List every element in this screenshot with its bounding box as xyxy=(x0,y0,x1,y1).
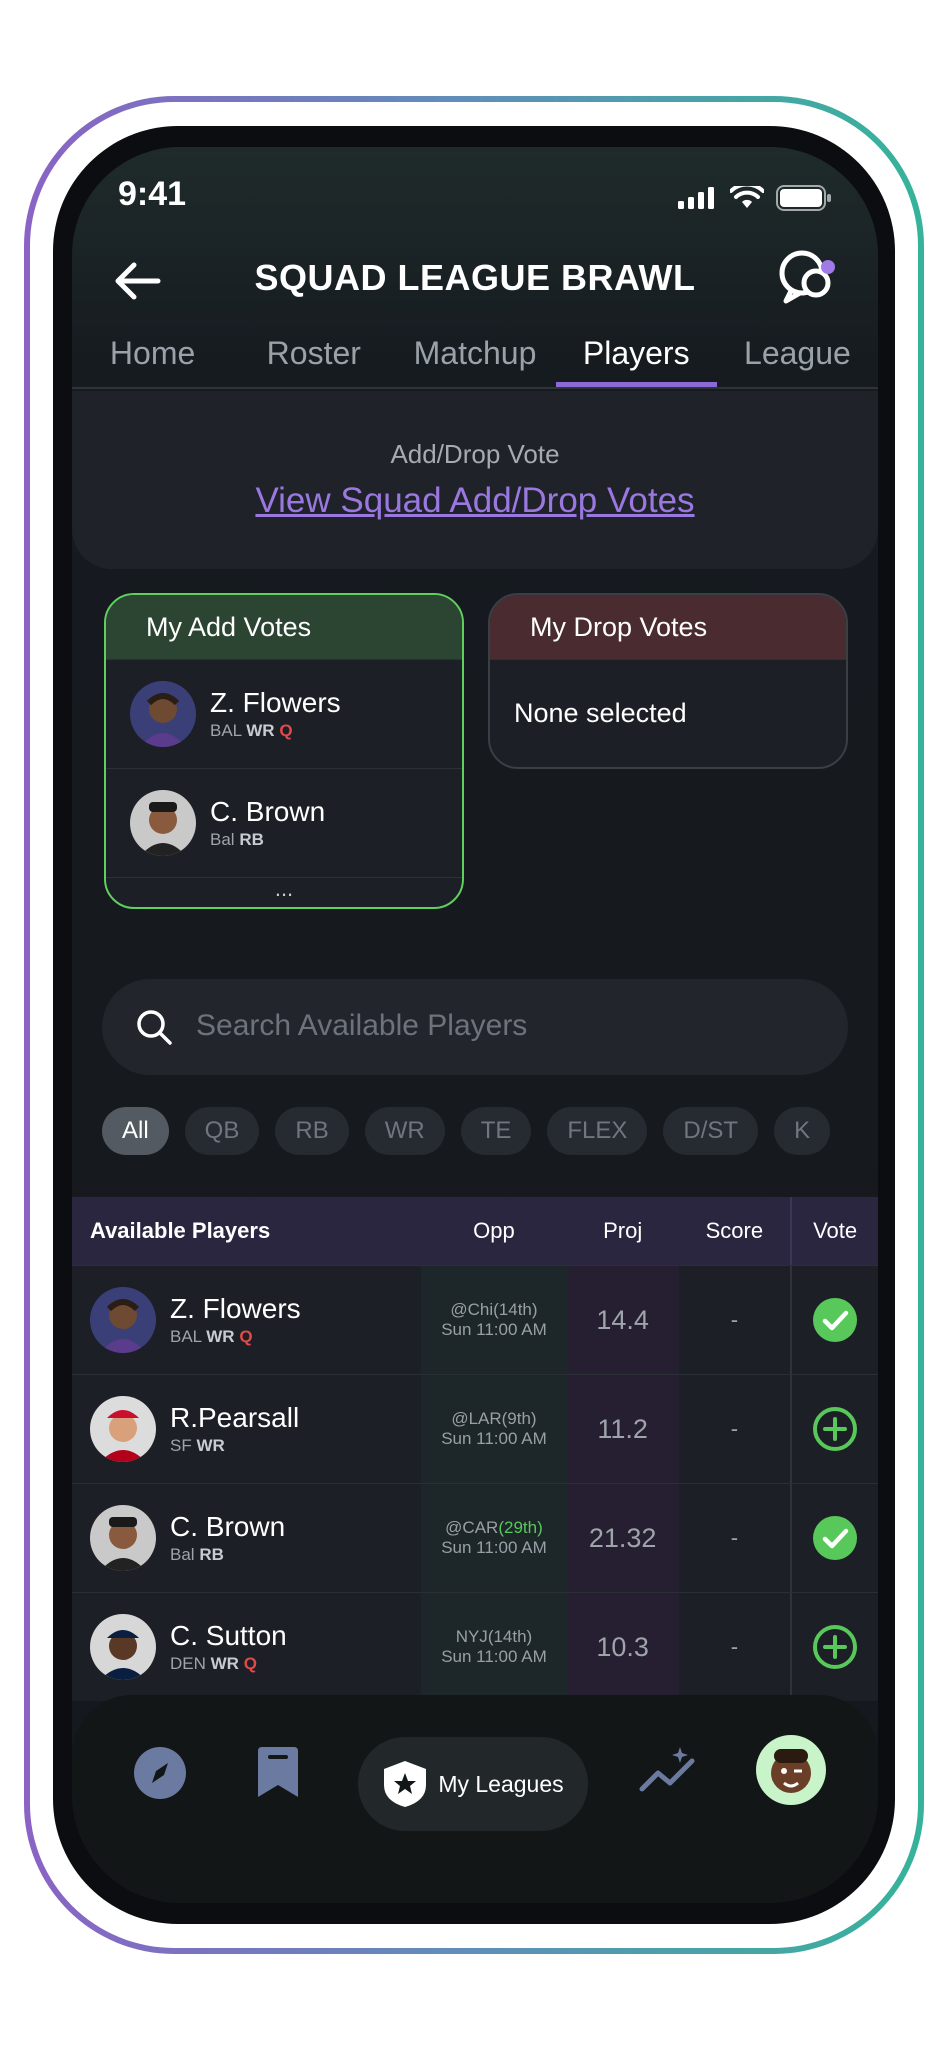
projection-cell: 14.4 xyxy=(566,1266,679,1374)
player-avatar xyxy=(90,1614,156,1680)
add-votes-title: My Add Votes xyxy=(106,595,462,659)
signal-icon xyxy=(678,187,714,209)
tab-matchup[interactable]: Matchup xyxy=(394,325,555,381)
header-player: Available Players xyxy=(90,1218,271,1243)
player-name[interactable]: R.Pearsall xyxy=(170,1402,299,1434)
opponent-cell: NYJ(14th) Sun 11:00 AM xyxy=(421,1593,567,1701)
status-time: 9:41 xyxy=(118,175,187,213)
tab-roster[interactable]: Roster xyxy=(233,325,394,381)
player-name[interactable]: C. Sutton xyxy=(170,1620,287,1652)
vote-cell xyxy=(790,1266,878,1374)
battery-icon xyxy=(776,185,831,211)
player-meta: SF WR xyxy=(170,1436,225,1455)
score-cell: - xyxy=(730,1416,739,1441)
filter-te[interactable]: TE xyxy=(460,1107,532,1155)
tab-bar: Home Roster Matchup Players League xyxy=(72,325,878,389)
filter-qb[interactable]: QB xyxy=(184,1107,260,1155)
chat-icon[interactable] xyxy=(774,245,840,311)
projection-cell: 21.32 xyxy=(566,1484,679,1592)
vote-cell xyxy=(790,1484,878,1592)
stats-sparkle-icon[interactable] xyxy=(638,1745,698,1801)
add-votes-card: My Add Votes Z. Flowers BAL WR Q C. Brow… xyxy=(104,593,464,909)
filter-wr[interactable]: WR xyxy=(364,1107,445,1155)
page-title: SQUAD LEAGUE BRAWL xyxy=(254,257,696,298)
add-icon[interactable] xyxy=(812,1406,858,1452)
player-avatar xyxy=(90,1505,156,1571)
player-name: Z. Flowers xyxy=(210,687,341,718)
header-vote: Vote xyxy=(790,1197,878,1265)
my-leagues-label: My Leagues xyxy=(438,1770,564,1797)
drop-votes-empty: None selected xyxy=(490,659,846,767)
tab-divider xyxy=(72,387,878,389)
filter-k[interactable]: K xyxy=(774,1107,831,1155)
check-icon[interactable] xyxy=(812,1297,858,1343)
tab-home[interactable]: Home xyxy=(72,325,233,381)
player-name: C. Brown xyxy=(210,796,326,827)
player-avatar xyxy=(90,1396,156,1462)
vote-banner: Add/Drop Vote View Squad Add/Drop Votes xyxy=(72,391,878,569)
opponent-cell: @LAR(9th) Sun 11:00 AM xyxy=(421,1375,567,1483)
header-opp[interactable]: Opp xyxy=(421,1218,567,1244)
player-name[interactable]: C. Brown xyxy=(170,1511,285,1543)
compass-icon[interactable] xyxy=(132,1745,188,1801)
player-meta: DEN WR Q xyxy=(170,1654,257,1673)
player-avatar xyxy=(130,681,196,747)
bottom-nav: My Leagues xyxy=(72,1695,878,1903)
add-vote-item[interactable]: Z. Flowers BAL WR Q xyxy=(106,659,462,768)
shield-star-icon xyxy=(384,1761,427,1807)
search-bar[interactable]: Search Available Players xyxy=(102,979,848,1075)
wifi-icon xyxy=(730,186,764,208)
player-meta: Bal RB xyxy=(170,1545,224,1564)
opponent-cell: @Chi(14th) Sun 11:00 AM xyxy=(421,1266,567,1374)
view-votes-link[interactable]: View Squad Add/Drop Votes xyxy=(72,481,878,521)
score-cell: - xyxy=(730,1634,739,1659)
score-cell: - xyxy=(730,1525,739,1550)
tab-players[interactable]: Players xyxy=(555,325,718,389)
player-meta: BAL WR Q xyxy=(170,1327,253,1346)
table-row[interactable]: R.Pearsall SF WR @LAR(9th) Sun 11:00 AM … xyxy=(72,1374,878,1483)
header-proj[interactable]: Proj xyxy=(567,1218,679,1244)
player-meta: BAL WR Q xyxy=(210,721,293,740)
filter-flex[interactable]: FLEX xyxy=(547,1107,648,1155)
table-row[interactable]: C. Sutton DEN WR Q NYJ(14th) Sun 11:00 A… xyxy=(72,1592,878,1701)
player-name[interactable]: Z. Flowers xyxy=(170,1293,301,1325)
more-indicator[interactable]: ... xyxy=(106,877,462,907)
my-leagues-button[interactable]: My Leagues xyxy=(358,1737,588,1831)
opponent-cell: @CAR(29th) Sun 11:00 AM xyxy=(421,1484,567,1592)
bookmark-icon[interactable] xyxy=(254,1745,302,1801)
drop-votes-card: My Drop Votes None selected xyxy=(488,593,848,769)
players-table: Available Players Opp Proj Score Vote Z.… xyxy=(72,1197,878,1701)
check-icon[interactable] xyxy=(812,1515,858,1561)
player-avatar xyxy=(130,790,196,856)
vote-cell xyxy=(790,1375,878,1483)
table-row[interactable]: C. Brown Bal RB @CAR(29th) Sun 11:00 AM … xyxy=(72,1483,878,1592)
projection-cell: 10.3 xyxy=(566,1593,679,1701)
add-vote-item[interactable]: C. Brown Bal RB xyxy=(106,768,462,877)
profile-avatar[interactable] xyxy=(756,1735,826,1805)
app-screen: 9:41 SQUAD LEAGUE BRAWL Home Roster Matc… xyxy=(72,147,878,1903)
filter-dst[interactable]: D/ST xyxy=(663,1107,759,1155)
vote-cell xyxy=(790,1593,878,1701)
drop-votes-title: My Drop Votes xyxy=(490,595,846,659)
header-score[interactable]: Score xyxy=(679,1218,791,1244)
position-filters: All QB RB WR TE FLEX D/ST K xyxy=(102,1107,831,1155)
tab-league[interactable]: League xyxy=(717,325,878,381)
player-meta: Bal RB xyxy=(210,830,264,849)
table-header: Available Players Opp Proj Score Vote xyxy=(72,1197,878,1265)
search-icon xyxy=(137,1010,172,1045)
projection-cell: 11.2 xyxy=(566,1375,679,1483)
search-input[interactable]: Search Available Players xyxy=(196,1009,527,1043)
filter-all[interactable]: All xyxy=(102,1107,169,1155)
add-icon[interactable] xyxy=(812,1624,858,1670)
vote-banner-label: Add/Drop Vote xyxy=(390,439,560,469)
score-cell: - xyxy=(730,1307,739,1332)
status-icons xyxy=(678,185,832,211)
table-row[interactable]: Z. Flowers BAL WR Q @Chi(14th) Sun 11:00… xyxy=(72,1265,878,1374)
player-avatar xyxy=(90,1287,156,1353)
filter-rb[interactable]: RB xyxy=(275,1107,349,1155)
